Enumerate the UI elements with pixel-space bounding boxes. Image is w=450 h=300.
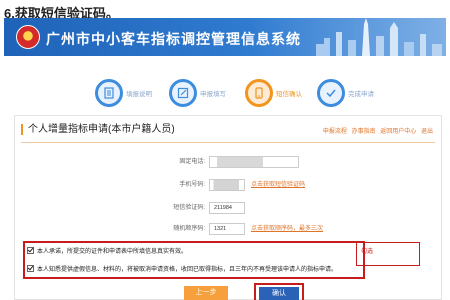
divider [21,142,435,143]
progress-step-4: 完成申请 [317,79,374,107]
sms-code-input[interactable]: 211984 [209,202,245,214]
progress-step-3: 短信确认 [245,79,302,107]
sms-icon [245,79,273,107]
fixed-phone-row: 固定电话: [15,156,443,168]
fixed-phone-field[interactable] [209,156,299,168]
agreement-1-text: 本人承诺，所提交的证件和申请表中所填信息真实有效。 [37,249,188,255]
link-process[interactable]: 申报流程 [323,129,347,135]
random-code-row: 随机顺序码: 1321 点击获取顺序码，最多三次 [15,223,443,235]
link-logout[interactable]: 退出 [421,129,433,135]
mobile-row: 手机号码: 点击获取短信验证码 [15,179,443,191]
progress-step-1: 填报说明 [95,79,152,107]
fixed-phone-label: 固定电话: [179,159,205,165]
random-code-input[interactable]: 1321 [209,223,245,235]
mobile-field[interactable] [209,179,245,191]
agreement-2-text: 本人知悉提供虚假信息、材料的，将被取消申请资格，收回已取得指标，且三年内不再受理… [37,267,338,273]
get-random-code-link[interactable]: 点击获取顺序码，最多三次 [251,223,323,235]
mobile-label: 手机号码: [179,182,205,188]
confirm-button[interactable]: 确认 [259,287,299,300]
city-skyline-icon [316,18,442,56]
prev-button[interactable]: 上一步 [184,286,228,300]
panel-title: 个人增量指标申请(本市户籍人员) [21,124,175,135]
progress-steps: 填报说明 申报填写 短信确认 完成申请 [95,79,385,109]
progress-step-label: 填报说明 [126,91,152,98]
get-sms-code-link[interactable]: 点击获取短信验证码 [251,179,305,191]
agreement-1-checkbox[interactable] [27,247,34,254]
random-code-label: 随机顺序码: [173,226,205,232]
annotation-text: 勾选 [361,249,374,255]
progress-step-2: 申报填写 [169,79,226,107]
emblem-icon [16,25,40,49]
progress-step-label: 申报填写 [200,91,226,98]
agreement-2[interactable]: 本人知悉提供虚假信息、材料的，将被取消申请资格，收回已取得指标，且三年内不再受理… [27,264,337,273]
link-guide[interactable]: 办事指南 [352,129,376,135]
check-icon [317,79,345,107]
edit-icon [169,79,197,107]
progress-step-label: 完成申请 [348,91,374,98]
panel-links: 申报流程 办事指南 返回用户中心 退出 [320,126,433,135]
agreement-2-checkbox[interactable] [27,265,34,272]
application-panel: 个人增量指标申请(本市户籍人员) 申报流程 办事指南 返回用户中心 退出 固定电… [14,115,442,300]
sms-code-row: 短信验证码: 211984 [15,202,443,214]
site-banner: 广州市中小客车指标调控管理信息系统 [4,18,446,56]
site-title: 广州市中小客车指标调控管理信息系统 [46,31,301,47]
document-list-icon [95,79,123,107]
sms-code-label: 短信验证码: [173,205,205,211]
annotation-box: 勾选 [356,242,420,266]
progress-step-label: 短信确认 [276,91,302,98]
agreement-1[interactable]: 本人承诺，所提交的证件和申请表中所填信息真实有效。 [27,246,187,255]
link-user-center[interactable]: 返回用户中心 [380,129,416,135]
confirm-highlight: 确认 [254,283,304,300]
